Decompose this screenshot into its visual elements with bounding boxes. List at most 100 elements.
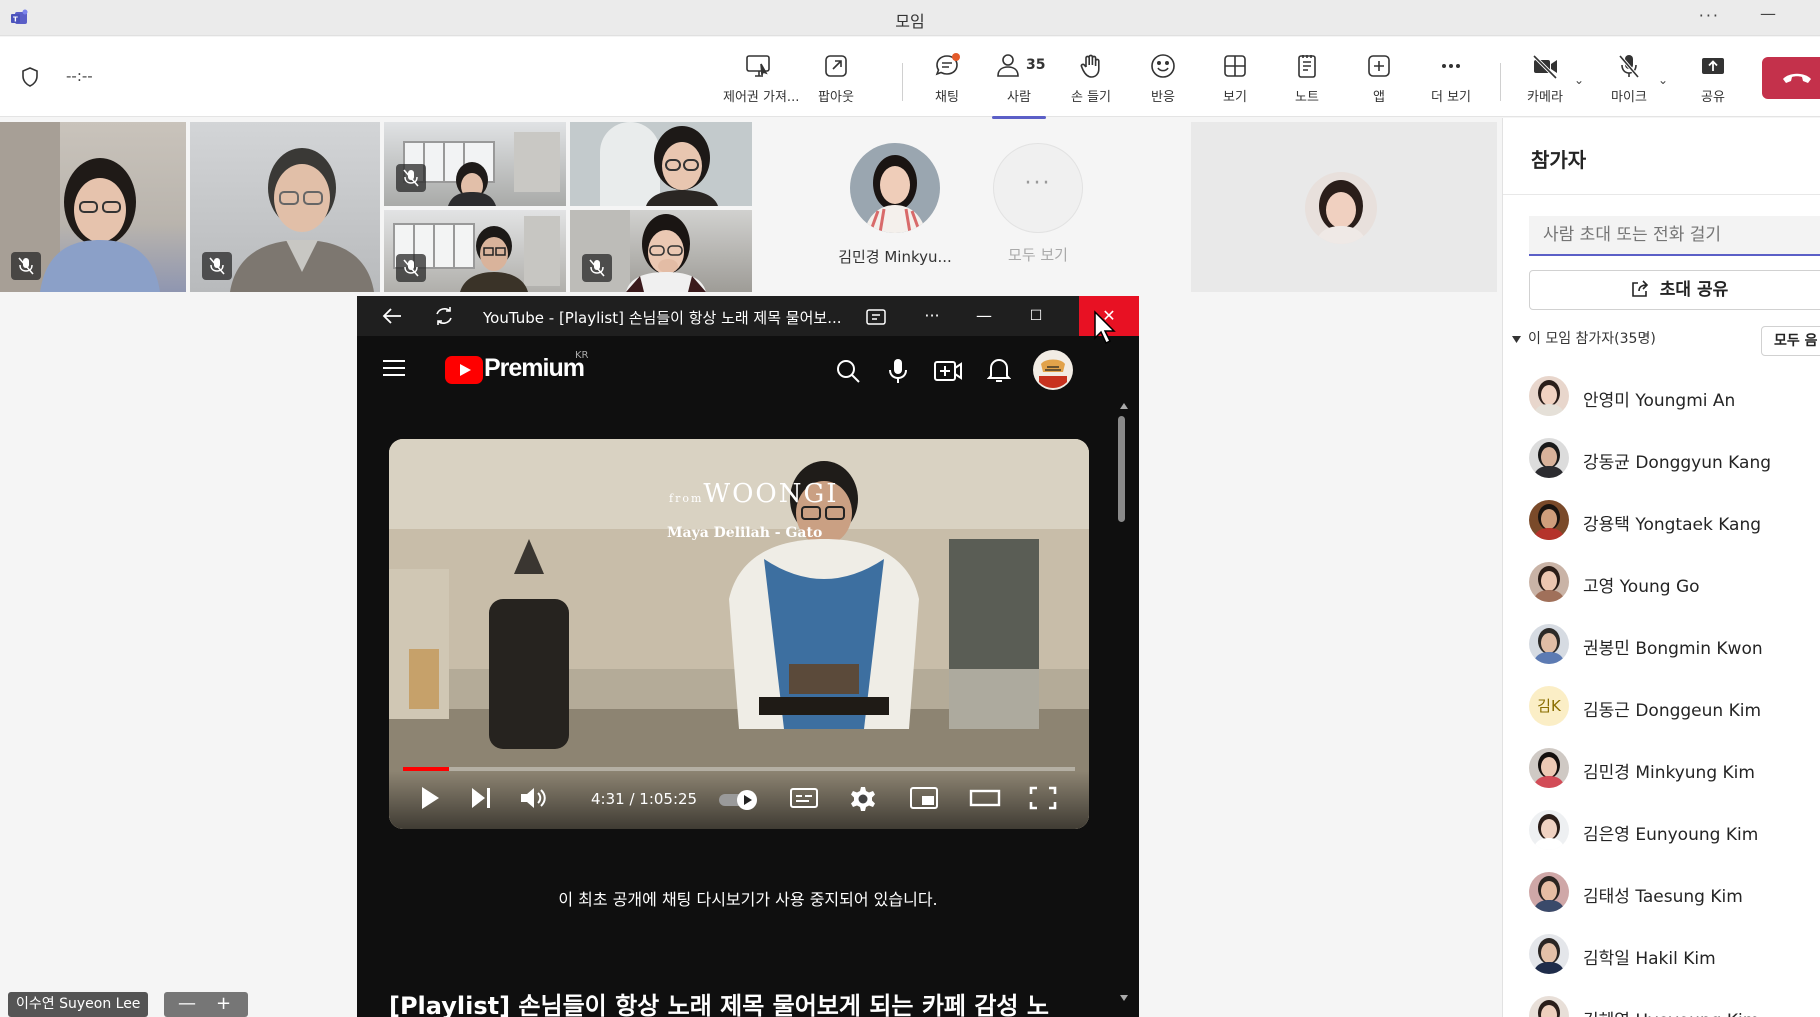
youtube-window: YouTube - [Playlist] 손님들이 항상 노래 제목 물어보..… — [357, 296, 1139, 1017]
hand-icon — [1080, 54, 1100, 78]
camera-button[interactable]: 카메라 — [1510, 51, 1580, 111]
maximize-button[interactable]: ☐ — [1011, 296, 1061, 336]
participant-name: 강동균 Donggyun Kang — [1583, 453, 1772, 473]
invite-search-input[interactable] — [1529, 216, 1820, 256]
search-icon[interactable] — [835, 358, 861, 384]
leave-button[interactable] — [1762, 57, 1820, 99]
minimize-button[interactable]: — — [959, 296, 1009, 336]
people-icon — [997, 54, 1019, 77]
shield-icon[interactable] — [18, 65, 42, 89]
people-count: 35 — [1026, 57, 1046, 73]
zoom-in-button[interactable]: + — [216, 992, 231, 1016]
account-avatar-icon[interactable] — [1033, 350, 1073, 390]
participant-name: 김은영 Eunyoung Kim — [1583, 825, 1759, 845]
see-all-button[interactable]: ··· — [993, 143, 1083, 233]
featured-participant-avatar[interactable] — [850, 143, 940, 233]
participant-name: 김동근 Donggeun Kim — [1583, 701, 1762, 721]
voice-search-icon[interactable] — [887, 357, 909, 385]
muted-indicator — [11, 252, 41, 280]
mic-off-icon — [403, 259, 419, 277]
video-tile[interactable] — [570, 122, 752, 206]
video-player[interactable]: fromWOONGI Maya Delilah - Gato 4:31 / 1:… — [389, 439, 1089, 829]
create-icon[interactable] — [933, 358, 963, 384]
subtitles-icon[interactable] — [789, 785, 819, 811]
avatar-image — [1529, 500, 1569, 540]
participants-section-header[interactable]: 이 모임 참가자(35명) — [1511, 328, 1656, 348]
youtube-logo-text[interactable]: Premium — [484, 354, 585, 383]
menu-icon[interactable] — [381, 358, 407, 378]
window-more-icon[interactable]: ··· — [907, 296, 957, 336]
avatar-image — [850, 143, 940, 233]
raise-hand-button[interactable]: 손 들기 — [1056, 51, 1126, 111]
play-icon[interactable] — [419, 785, 441, 811]
video-tile[interactable] — [384, 210, 566, 292]
miniplayer-icon[interactable] — [909, 785, 939, 811]
mic-off-icon — [18, 257, 34, 275]
participant-name: 안영미 Youngmi An — [1583, 391, 1736, 411]
participant-name: 김혜영 Hyeyoung Kim — [1583, 1006, 1759, 1017]
volume-icon[interactable] — [519, 785, 547, 811]
window-more-icon[interactable]: ··· — [1699, 6, 1720, 25]
back-arrow-icon[interactable] — [381, 306, 403, 326]
participant-name: 김민경 Minkyung Kim — [1583, 763, 1755, 783]
scroll-down-arrow-icon[interactable] — [1119, 994, 1129, 1002]
fullscreen-icon[interactable] — [1029, 785, 1057, 811]
share-invite-button[interactable]: 초대 공유 — [1529, 270, 1820, 310]
mic-button[interactable]: 마이크 — [1594, 51, 1664, 111]
featured-participant-name: 김민경 Minkyu... — [838, 248, 952, 266]
video-tile[interactable] — [0, 122, 186, 292]
popout-icon — [825, 55, 847, 77]
autoplay-toggle-icon[interactable] — [719, 789, 759, 811]
participant-name: 권봉민 Bongmin Kwon — [1583, 639, 1763, 659]
avatar-image — [1529, 438, 1569, 478]
settings-gear-icon[interactable] — [849, 785, 877, 813]
mic-off-icon — [589, 259, 605, 277]
youtube-logo-icon[interactable] — [445, 356, 483, 384]
camera-options-chevron-icon[interactable]: ⌄ — [1574, 73, 1584, 87]
video-tile[interactable] — [570, 210, 752, 292]
take-control-button[interactable]: 제어권 가져... — [723, 51, 799, 111]
refresh-icon[interactable] — [433, 305, 455, 327]
zoom-out-button[interactable]: — — [178, 992, 196, 1016]
share-button[interactable]: 공유 — [1678, 51, 1748, 111]
apps-button[interactable]: 앱 — [1344, 51, 1414, 111]
window-title: 모임 — [895, 12, 925, 31]
participant-name: 김학일 Hakil Kim — [1583, 949, 1716, 969]
avatar-image — [1529, 748, 1569, 788]
participant-avatar — [1529, 748, 1569, 788]
video-brand-overlay: fromWOONGI — [669, 479, 839, 509]
avatar-image — [1529, 934, 1569, 974]
video-tile[interactable] — [384, 122, 566, 206]
youtube-scrollbar[interactable] — [1117, 406, 1127, 1011]
video-title[interactable]: [Playlist] 손님들이 항상 노래 제목 물어보게 되는 카페 감성 노 — [389, 986, 1139, 1017]
chat-button[interactable]: 채팅 — [912, 51, 982, 111]
popout-button[interactable]: 팝아웃 — [801, 51, 871, 111]
theater-mode-icon[interactable] — [969, 785, 1001, 811]
mic-off-icon — [403, 169, 419, 187]
mic-options-chevron-icon[interactable]: ⌄ — [1658, 73, 1668, 87]
react-button[interactable]: 반응 — [1128, 51, 1198, 111]
scrollbar-thumb[interactable] — [1118, 416, 1125, 522]
notes-button[interactable]: 노트 — [1272, 51, 1342, 111]
participant-avatar — [1529, 810, 1569, 850]
next-icon[interactable] — [469, 785, 493, 811]
self-name-badge: 이수연 Suyeon Lee — [8, 992, 149, 1017]
view-button[interactable]: 보기 — [1200, 51, 1270, 111]
participant-avatar: 김K — [1529, 686, 1569, 726]
mute-all-button[interactable]: 모두 음 — [1761, 326, 1820, 356]
grid-view-icon — [1224, 55, 1246, 77]
window-minimize-button[interactable]: — — [1760, 4, 1776, 23]
avatar-image — [1529, 624, 1569, 664]
more-button[interactable]: 더 보기 — [1416, 51, 1486, 111]
zoom-control: — + — [164, 992, 248, 1017]
hang-up-icon — [1783, 73, 1811, 83]
video-tile[interactable] — [190, 122, 380, 292]
notifications-bell-icon[interactable] — [987, 356, 1011, 384]
youtube-header: Premium KR — [357, 336, 1139, 402]
self-view-panel — [1191, 122, 1497, 292]
participant-avatar — [1529, 376, 1569, 416]
muted-indicator — [396, 164, 426, 192]
app-available-icon[interactable] — [865, 307, 887, 327]
people-button[interactable]: 35 사람 — [984, 51, 1054, 119]
scroll-up-arrow-icon[interactable] — [1119, 402, 1129, 410]
